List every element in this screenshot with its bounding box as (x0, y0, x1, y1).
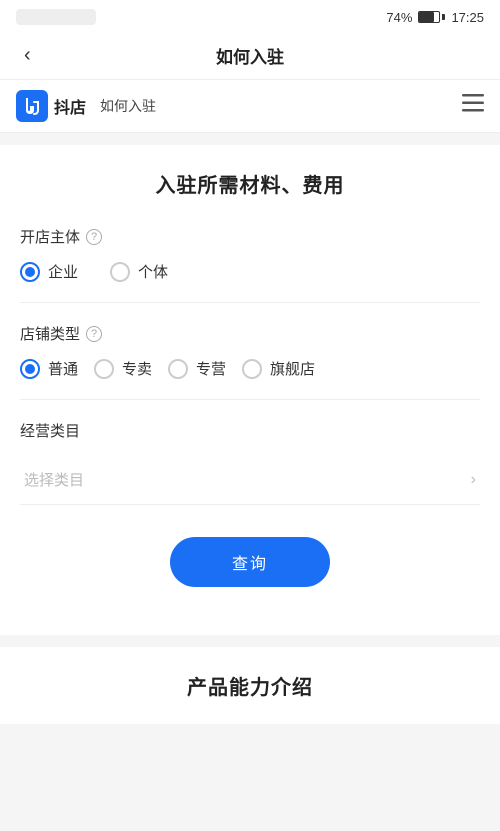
radio-circle-special (168, 359, 188, 379)
section-title: 入驻所需材料、费用 (20, 169, 480, 198)
shop-type-special[interactable]: 专营 (168, 358, 226, 379)
battery-icon (418, 11, 445, 23)
owner-type-group: 开店主体 ? 企业 个体 (20, 226, 480, 282)
bottom-section-title: 产品能力介绍 (20, 671, 480, 700)
shop-type-exclusive[interactable]: 专卖 (94, 358, 152, 379)
category-selector[interactable]: 选择类目 › (20, 455, 480, 505)
bottom-section: 产品能力介绍 (0, 647, 500, 724)
shop-type-radio-group: 普通 专卖 专营 旗舰店 (20, 358, 480, 379)
radio-circle-individual (110, 262, 130, 282)
radio-label-special: 专营 (196, 358, 226, 379)
menu-button[interactable] (462, 94, 484, 118)
shop-type-flagship[interactable]: 旗舰店 (242, 358, 315, 379)
category-label: 经营类目 (20, 420, 480, 441)
nav-bar: ‹ 如何入驻 (0, 32, 500, 80)
brand-bar: 抖店 如何入驻 (0, 80, 500, 133)
owner-type-label: 开店主体 ? (20, 226, 480, 247)
category-placeholder: 选择类目 (24, 469, 84, 490)
back-button[interactable]: ‹ (16, 36, 39, 75)
chevron-right-icon: › (471, 471, 476, 489)
shop-type-label: 店铺类型 ? (20, 323, 480, 344)
owner-type-radio-group: 企业 个体 (20, 261, 480, 282)
divider-1 (20, 302, 480, 303)
status-bar-right: 74% 17:25 (386, 10, 484, 25)
brand-name: 抖店 (54, 94, 86, 118)
radio-circle-normal (20, 359, 40, 379)
shop-type-normal[interactable]: 普通 (20, 358, 78, 379)
owner-type-individual[interactable]: 个体 (110, 261, 168, 282)
radio-circle-enterprise (20, 262, 40, 282)
divider-2 (20, 399, 480, 400)
query-button[interactable]: 查询 (170, 537, 330, 587)
app-name-placeholder (16, 9, 96, 25)
owner-type-help-icon[interactable]: ? (86, 229, 102, 245)
radio-label-enterprise: 企业 (48, 261, 78, 282)
radio-label-flagship: 旗舰店 (270, 358, 315, 379)
main-content: 入驻所需材料、费用 开店主体 ? 企业 个体 店铺类型 ? 普通 (0, 145, 500, 635)
radio-circle-flagship (242, 359, 262, 379)
nav-title: 如何入驻 (216, 43, 284, 68)
radio-label-normal: 普通 (48, 358, 78, 379)
category-group: 经营类目 选择类目 › (20, 420, 480, 505)
radio-label-exclusive: 专卖 (122, 358, 152, 379)
brand-logo-icon (16, 90, 48, 122)
time-display: 17:25 (451, 10, 484, 25)
shop-type-help-icon[interactable]: ? (86, 326, 102, 342)
shop-type-group: 店铺类型 ? 普通 专卖 专营 旗舰店 (20, 323, 480, 379)
radio-label-individual: 个体 (138, 261, 168, 282)
radio-circle-exclusive (94, 359, 114, 379)
brand-subtitle: 如何入驻 (100, 96, 156, 116)
owner-type-enterprise[interactable]: 企业 (20, 261, 78, 282)
battery-percent: 74% (386, 10, 412, 25)
status-bar: 74% 17:25 (0, 0, 500, 32)
brand-left: 抖店 如何入驻 (16, 90, 156, 122)
